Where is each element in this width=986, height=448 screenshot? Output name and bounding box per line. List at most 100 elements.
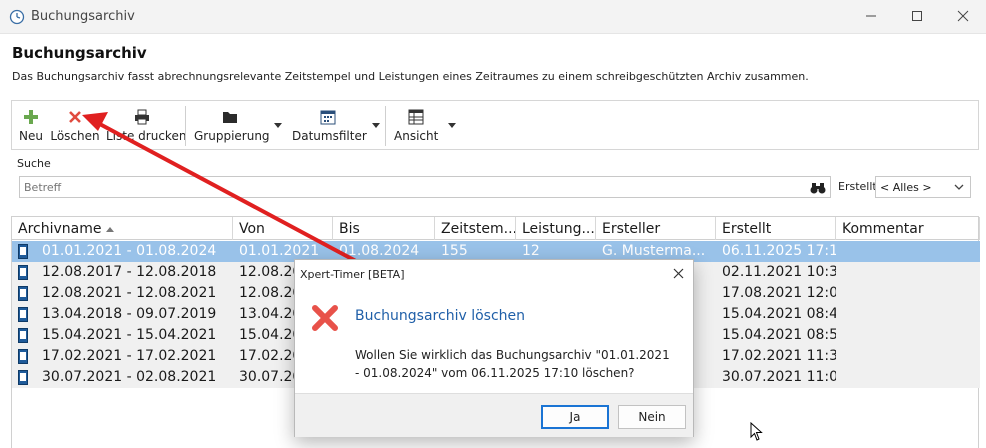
- table-cell-name: 17.02.2021 - 17.02.2021: [42, 348, 217, 364]
- table-header: Archivname Von Bis Zeitstem... Leistung... Er…: [12, 217, 980, 240]
- plus-icon: [24, 110, 38, 124]
- column-header-label: Archivname: [18, 221, 102, 237]
- search-label: Suche: [17, 157, 51, 170]
- toolbar-separator: [185, 106, 186, 146]
- table-cell-name: 30.07.2021 - 02.08.2021: [42, 369, 217, 385]
- column-header-label: Zeitstem...: [441, 221, 516, 237]
- close-icon: [673, 268, 684, 279]
- column-header-label: Ersteller: [602, 221, 661, 237]
- table-cell-kommentar: [836, 304, 980, 325]
- created-filter-label: Erstellt: [838, 180, 877, 193]
- column-header-label: Kommentar: [842, 221, 924, 237]
- table-cell-erstellt: 15.04.2021 08:52: [722, 327, 836, 343]
- dialog-title: Xpert-Timer [BETA]: [300, 268, 405, 281]
- print-list-button-label: Liste drucken: [106, 129, 187, 143]
- date-filter-dropdown-arrow[interactable]: [372, 123, 380, 128]
- table-cell-erstellt: 17.08.2021 12:07: [722, 285, 836, 301]
- document-icon: [18, 370, 28, 385]
- view-button-label: Ansicht: [394, 129, 439, 143]
- view-dropdown-arrow[interactable]: [448, 123, 456, 128]
- dialog-message: Wollen Sie wirklich das Buchungsarchiv "…: [355, 348, 670, 380]
- yes-button[interactable]: Ja: [541, 405, 609, 429]
- cursor-icon: [750, 422, 763, 441]
- print-list-button[interactable]: Liste drucken: [106, 107, 187, 143]
- column-header[interactable]: Archivname: [12, 217, 233, 240]
- table-cell-erstellt: 15.04.2021 08:47: [722, 306, 836, 322]
- maximize-button[interactable]: [894, 0, 940, 32]
- grouping-button-label: Gruppierung: [194, 129, 270, 143]
- column-header[interactable]: Von: [233, 217, 333, 240]
- document-icon: [18, 307, 28, 322]
- column-header[interactable]: Zeitstem...: [435, 217, 516, 240]
- column-header[interactable]: Leistung...: [516, 217, 596, 240]
- dialog-footer: Ja Nein: [295, 393, 693, 437]
- table-cell-name: 12.08.2017 - 12.08.2018: [42, 264, 217, 280]
- column-header-label: Von: [239, 221, 265, 237]
- table-cell-kommentar: [836, 283, 980, 304]
- search-box: [19, 176, 831, 198]
- table-cell-name: 12.08.2021 - 12.08.2021: [42, 285, 217, 301]
- column-header-label: Bis: [339, 221, 360, 237]
- maximize-icon: [912, 11, 922, 21]
- toolbar: Neu Löschen Liste drucken Gruppierung Da…: [11, 100, 979, 150]
- document-icon: [18, 244, 28, 259]
- printer-icon: [135, 109, 149, 125]
- document-icon: [18, 328, 28, 343]
- window-close-button[interactable]: [940, 0, 986, 32]
- page-header: Buchungsarchiv Das Buchungsarchiv fasst …: [0, 34, 986, 94]
- date-filter-button-label: Datumsfilter: [292, 129, 367, 143]
- view-button[interactable]: Ansicht: [394, 107, 438, 143]
- table-cell-erstellt: 06.11.2025 17:10: [722, 243, 836, 259]
- view-icon: [408, 109, 424, 125]
- created-filter-value: < Alles >: [880, 181, 932, 194]
- column-header[interactable]: Kommentar: [836, 217, 980, 240]
- grouping-button[interactable]: Gruppierung: [194, 107, 270, 143]
- column-header[interactable]: Bis: [333, 217, 435, 240]
- calendar-icon: [320, 110, 336, 125]
- table-cell-kommentar: [836, 346, 980, 367]
- table-cell-name: 15.04.2021 - 15.04.2021: [42, 327, 217, 343]
- window-title: Buchungsarchiv: [31, 9, 135, 24]
- document-icon: [18, 349, 28, 364]
- binoculars-icon: [810, 183, 826, 194]
- created-filter-select[interactable]: < Alles >: [875, 176, 971, 198]
- delete-button[interactable]: Löschen: [50, 107, 100, 143]
- date-filter-button[interactable]: Datumsfilter: [292, 107, 367, 143]
- no-button[interactable]: Nein: [618, 405, 686, 429]
- search-button[interactable]: [810, 180, 826, 199]
- window-titlebar: Buchungsarchiv: [0, 0, 986, 34]
- dialog-heading: Buchungsarchiv löschen: [355, 308, 526, 324]
- table-cell-kommentar: [836, 262, 980, 283]
- page-description: Das Buchungsarchiv fasst abrechnungsrele…: [12, 70, 809, 83]
- column-header[interactable]: Ersteller: [596, 217, 716, 240]
- column-header-label: Leistung...: [522, 221, 595, 237]
- clock-icon: [9, 9, 25, 25]
- table-cell-erstellt: 17.02.2021 11:37: [722, 348, 836, 364]
- column-header-label: Erstellt: [722, 221, 772, 237]
- dialog-close-button[interactable]: [673, 265, 684, 283]
- minimize-button[interactable]: [848, 0, 894, 32]
- search-input[interactable]: [20, 177, 800, 197]
- document-icon: [18, 286, 28, 301]
- document-icon: [18, 265, 28, 280]
- table-cell-name: 01.01.2021 - 01.08.2024: [42, 243, 217, 259]
- table-cell-kommentar: [836, 241, 980, 262]
- sort-asc-icon: [106, 227, 115, 232]
- chevron-down-icon: [954, 184, 964, 190]
- error-icon: [312, 305, 338, 331]
- delete-x-icon: [69, 111, 81, 123]
- toolbar-separator: [385, 106, 386, 146]
- new-button[interactable]: Neu: [18, 107, 44, 143]
- close-icon: [957, 10, 969, 22]
- new-button-label: Neu: [19, 129, 43, 143]
- column-header[interactable]: Erstellt: [716, 217, 836, 240]
- grouping-dropdown-arrow[interactable]: [274, 123, 282, 128]
- table-cell-name: 13.04.2018 - 09.07.2019: [42, 306, 217, 322]
- table-cell-kommentar: [836, 367, 980, 388]
- table-cell-erstellt: 30.07.2021 11:04: [722, 369, 836, 385]
- page-title: Buchungsarchiv: [12, 44, 147, 62]
- delete-button-label: Löschen: [50, 129, 100, 143]
- minimize-icon: [866, 15, 876, 17]
- delete-confirm-dialog: Xpert-Timer [BETA] Buchungsarchiv lösche…: [294, 259, 694, 437]
- table-cell-kommentar: [836, 325, 980, 346]
